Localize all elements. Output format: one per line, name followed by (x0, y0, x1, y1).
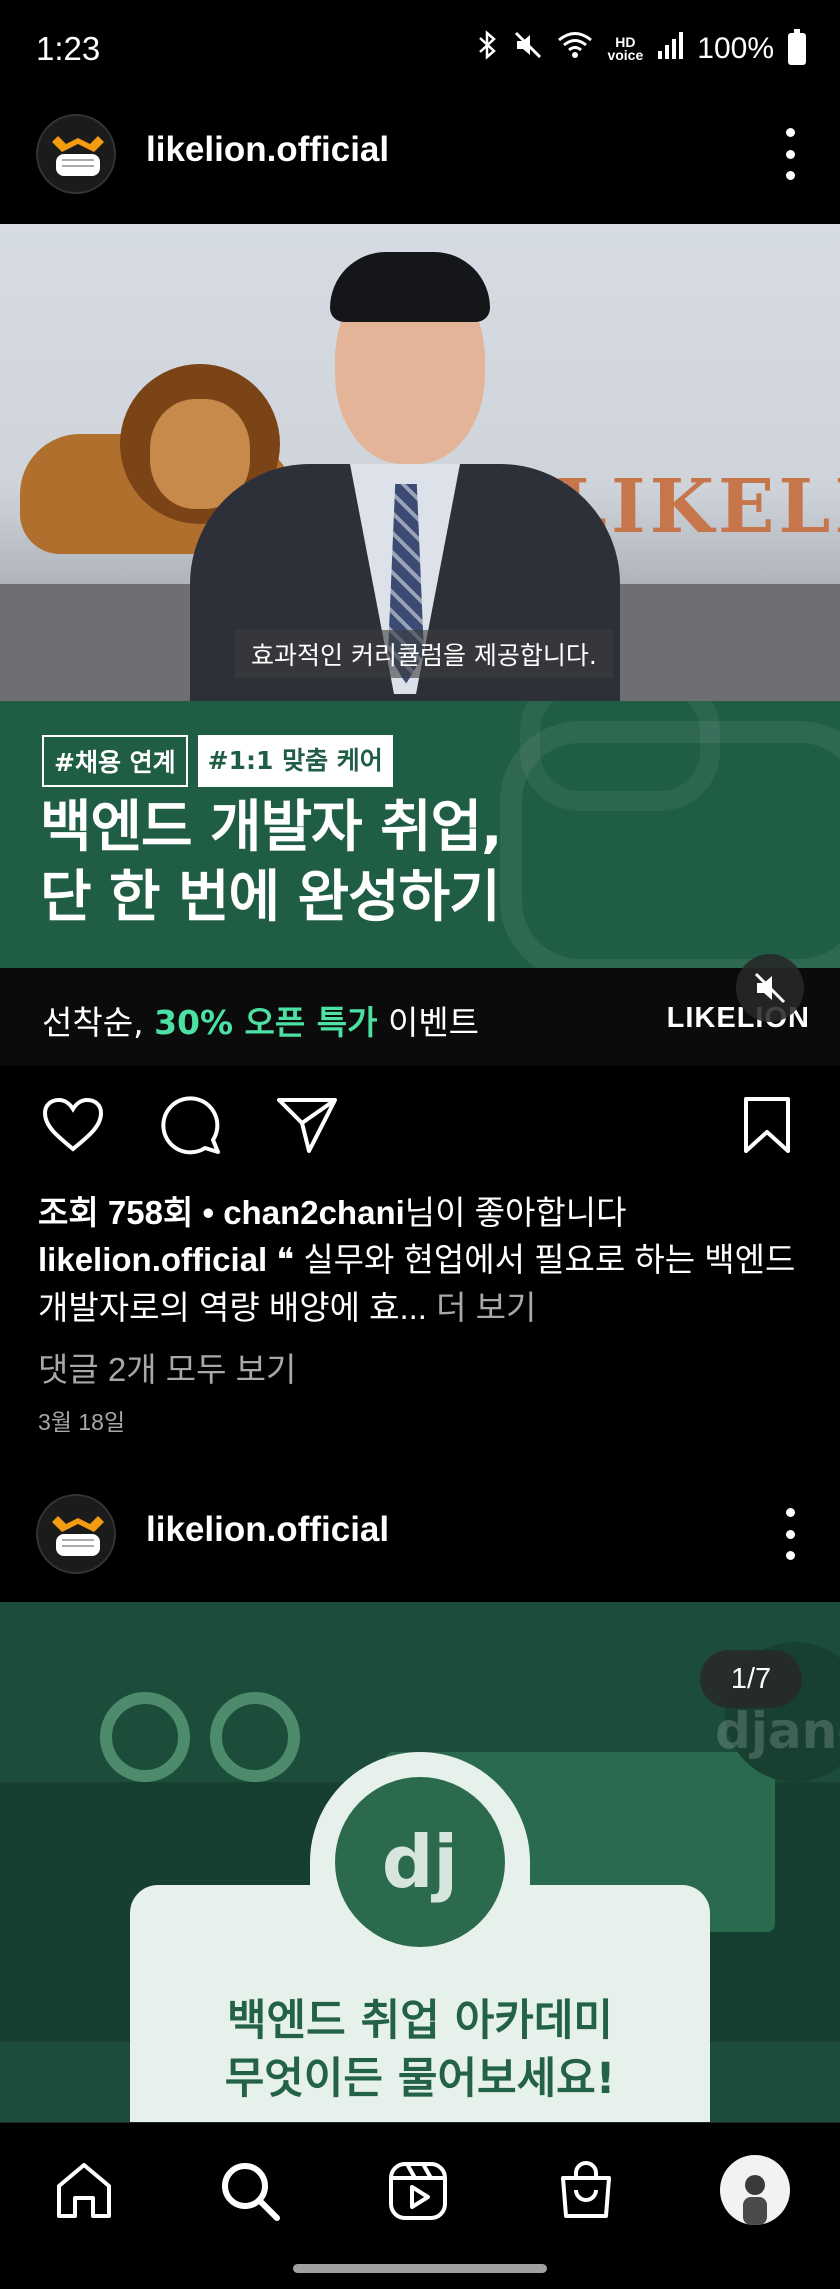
status-bar: 1:23 HD voice 100% (0, 0, 840, 100)
profile-photo (743, 2175, 767, 2225)
wifi-icon (557, 30, 593, 68)
nav-shop[interactable] (550, 2155, 622, 2227)
view-count: 조회 758회 • (38, 1194, 224, 1231)
post-actions (0, 1090, 840, 1160)
post-caption: likelion.official ❝ 실무와 현업에서 필요로 하는 백엔드 … (38, 1236, 818, 1332)
more-options-button[interactable] (780, 1508, 800, 1560)
banner-decoration (520, 701, 720, 811)
muted-speaker-icon (754, 972, 786, 1004)
tag-hiring: #채용 연계 (42, 735, 188, 787)
promo-text: 선착순, 30% 오픈 특가 이벤트 (42, 1003, 480, 1042)
liked-by-user[interactable]: chan2chani (223, 1194, 405, 1231)
banner-tags: #채용 연계 #1:1 맞춤 케어 (42, 735, 393, 787)
status-icons: HD voice 100% (477, 29, 806, 68)
bookmark-icon (744, 1097, 790, 1153)
post-video[interactable]: LIKELIO 효과적인 커리큘럼을 제공합니다. (0, 224, 840, 701)
carousel-ring (210, 1692, 300, 1782)
promo-banner: #채용 연계 #1:1 맞춤 케어 백엔드 개발자 취업, 단 한 번에 완성하… (0, 701, 840, 968)
nav-search[interactable] (214, 2155, 286, 2227)
signal-icon (657, 31, 684, 67)
mute-icon (513, 30, 543, 68)
gesture-bar (293, 2264, 547, 2273)
hd-voice-icon: HD voice (607, 34, 644, 63)
carousel-ring (100, 1692, 190, 1782)
avatar[interactable] (36, 114, 116, 194)
django-logo-icon: dj (335, 1777, 505, 1947)
promo-highlight: 30% 오픈 특가 (154, 1003, 378, 1042)
presenter-hair (330, 252, 490, 322)
post-username[interactable]: likelion.official (146, 1510, 389, 1550)
send-icon (277, 1098, 337, 1153)
home-icon (57, 2163, 111, 2218)
save-button[interactable] (732, 1090, 802, 1160)
battery-icon (788, 29, 806, 65)
carousel-card-text: 백엔드 취업 아카데미 무엇이든 물어보세요! (224, 1996, 616, 2104)
reels-icon (389, 2162, 447, 2220)
bluetooth-icon (477, 30, 499, 68)
shop-icon (561, 2161, 611, 2218)
share-button[interactable] (272, 1090, 342, 1160)
status-time: 1:23 (36, 30, 101, 67)
avatar[interactable] (36, 1494, 116, 1574)
nav-home[interactable] (48, 2155, 120, 2227)
likelion-logo-icon (52, 136, 104, 176)
view-comments-link[interactable]: 댓글 2개 모두 보기 (38, 1343, 818, 1391)
like-button[interactable] (38, 1090, 108, 1160)
post-header: likelion.official (0, 94, 840, 214)
nav-profile-avatar[interactable] (720, 2155, 790, 2225)
headline-line1: 백엔드 개발자 취업, (40, 795, 502, 860)
video-subtitle: 효과적인 커리큘럼을 제공합니다. (235, 630, 613, 678)
heart-icon (42, 1097, 104, 1152)
django-text: django (715, 1702, 840, 1760)
tag-care: #1:1 맞춤 케어 (197, 735, 393, 787)
promo-bar: 선착순, 30% 오픈 특가 이벤트 LIKELION (0, 968, 840, 1066)
caption-username[interactable]: likelion.official (38, 1241, 267, 1278)
carousel-counter: 1/7 (700, 1650, 802, 1708)
likelion-logo-icon (52, 1516, 104, 1556)
comment-button[interactable] (156, 1090, 226, 1160)
battery-percent: 100% (697, 32, 774, 65)
search-icon (222, 2163, 280, 2221)
post-header: likelion.official (0, 1474, 840, 1594)
post-username[interactable]: likelion.official (146, 130, 389, 170)
more-options-button[interactable] (780, 128, 800, 180)
unmute-button[interactable] (736, 954, 804, 1022)
post-date: 3월 18일 (38, 1409, 126, 1435)
comment-icon (161, 1096, 220, 1155)
nav-reels[interactable] (382, 2155, 454, 2227)
banner-headline: 백엔드 개발자 취업, 단 한 번에 완성하기 (40, 793, 502, 933)
likes-line: 조회 758회 • chan2chani님이 좋아합니다 (38, 1194, 627, 1231)
headline-line2: 단 한 번에 완성하기 (40, 865, 501, 930)
more-link[interactable]: 더 보기 (427, 1289, 536, 1326)
